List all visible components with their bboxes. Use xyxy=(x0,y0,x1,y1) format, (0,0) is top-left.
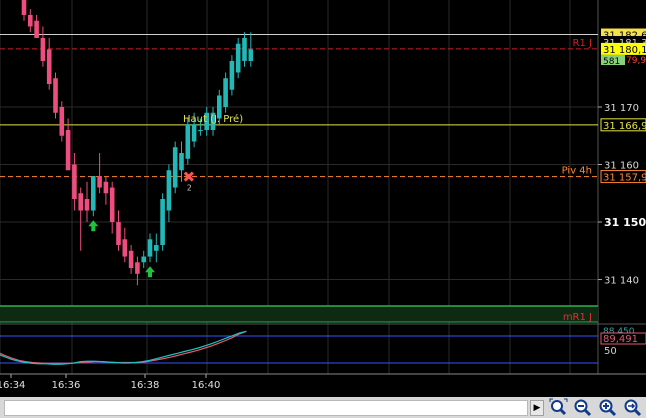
candle-body xyxy=(116,222,121,246)
candle-body xyxy=(28,14,33,27)
candle-body xyxy=(78,193,83,211)
candle-body xyxy=(34,20,39,38)
candle-body xyxy=(40,37,46,61)
zoom-out-icon[interactable] xyxy=(573,398,592,417)
candle-body xyxy=(135,262,140,274)
level-label: Piv 4h xyxy=(562,166,592,177)
candle-body xyxy=(191,124,197,142)
candle-body xyxy=(59,106,65,136)
zoom-fit-icon[interactable] xyxy=(549,398,568,417)
candle-body xyxy=(223,78,228,107)
candle-body xyxy=(242,37,247,61)
candle-body xyxy=(147,239,153,257)
osc-tick-label: 50 xyxy=(604,346,617,357)
zoom-in-icon[interactable] xyxy=(598,398,617,417)
x-tick-label: 16:40 xyxy=(192,380,221,391)
candle-body xyxy=(185,124,191,159)
candle-body xyxy=(166,170,172,211)
partial-label-text: 581 xyxy=(603,57,620,67)
price-label-text: 31 180,1 xyxy=(603,45,646,56)
x-tick-label: 16:36 xyxy=(52,380,81,391)
candle-body xyxy=(46,49,52,84)
partial-label-text: 79,9 xyxy=(626,56,646,66)
candle-body xyxy=(141,256,146,263)
mr1-label: mR1 J xyxy=(563,312,592,323)
level-label-haut: Haut (J. Pré) xyxy=(183,113,243,125)
chart-svg[interactable]: R1 J Haut (J. Pré) Piv 4h 2 31 140 31 150 31 1… xyxy=(0,0,646,397)
y-tick-label: 31 140 xyxy=(604,276,639,287)
x-tick-label: 16:34 xyxy=(0,380,25,391)
candle-body xyxy=(72,164,77,200)
candle-body xyxy=(21,0,27,15)
x-tick-label: 16:38 xyxy=(131,380,160,391)
price-label-text: 31 166,9 xyxy=(603,121,646,132)
candle-body xyxy=(91,176,96,211)
mr1-band xyxy=(0,306,598,322)
candle-body xyxy=(179,153,184,171)
marker-number: 2 xyxy=(187,184,192,193)
y-tick-label: 31 160 xyxy=(604,161,639,172)
scroll-right-button[interactable]: ▶ xyxy=(530,400,544,416)
osc-value-label: 89,491 xyxy=(603,334,638,345)
candle-body xyxy=(172,147,178,188)
candle-body xyxy=(154,245,159,251)
candle-body xyxy=(229,60,235,90)
price-label-text: 31 157,9 xyxy=(603,173,646,184)
y-tick-label: 31 170 xyxy=(604,103,639,114)
price-chart[interactable]: R1 J Haut (J. Pré) Piv 4h 2 31 140 31 150 31 1… xyxy=(0,0,646,397)
candle-body xyxy=(128,250,134,269)
horizontal-scrollbar[interactable]: ▶ xyxy=(0,397,646,418)
candle-body xyxy=(65,129,71,171)
y-tick-label: 31 150 xyxy=(604,216,646,229)
candle-body xyxy=(103,181,109,194)
candle-body xyxy=(109,187,115,223)
candle-body xyxy=(198,129,203,131)
candle-body xyxy=(160,199,165,246)
zoom-auto-icon[interactable] xyxy=(623,398,642,417)
candle-body xyxy=(97,176,102,188)
candle-body xyxy=(235,43,241,73)
scroll-track[interactable] xyxy=(4,400,528,416)
candle-body xyxy=(84,199,90,211)
candle-body xyxy=(248,49,254,61)
level-label: R1 J xyxy=(573,38,592,49)
candle-body xyxy=(53,78,58,113)
candle-body xyxy=(122,239,128,257)
